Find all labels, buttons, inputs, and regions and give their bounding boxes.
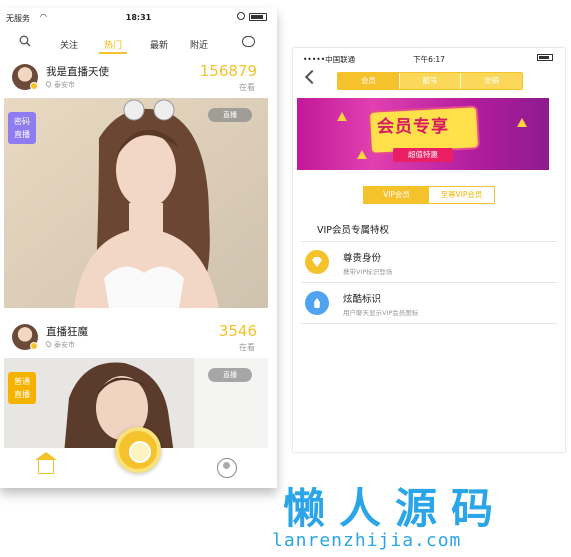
promo-banner[interactable]: 会员专享 超值特惠 — [297, 98, 549, 170]
back-arrow-icon[interactable] — [304, 69, 320, 85]
rotation-lock-icon — [237, 12, 245, 20]
stream-cover[interactable]: 密码 直播 直播 — [4, 98, 268, 308]
live-list-screen: 无服务 ◠ 18:31 关注 热门 最新 附近 我是直播天使 泰安市 15687… — [0, 8, 277, 488]
watermark-url: lanrenzhijia.com — [272, 530, 462, 551]
privilege-desc: 携带VIP标识登场 — [343, 268, 393, 276]
star-icon — [357, 150, 367, 159]
tag-line-2: 直播 — [14, 130, 30, 139]
location-text: 泰安市 — [54, 81, 75, 89]
battery-icon — [537, 54, 553, 61]
tab-hot[interactable]: 热门 — [104, 38, 122, 51]
status-time: 下午6:17 — [413, 55, 445, 64]
privilege-item: 尊贵身份 携带VIP标识登场 — [301, 244, 557, 282]
privileges-heading: VIP会员专属特权 — [317, 225, 390, 236]
search-icon[interactable] — [19, 35, 31, 47]
verified-badge-icon — [30, 342, 38, 350]
live-badge: 直播 — [208, 108, 252, 122]
live-badge: 直播 — [208, 368, 252, 382]
user-icon[interactable] — [217, 458, 237, 478]
screenshot-canvas: 无服务 ◠ 18:31 关注 热门 最新 附近 我是直播天使 泰安市 15687… — [0, 0, 571, 557]
rocket-icon — [305, 291, 329, 315]
location-pin-icon — [44, 80, 53, 88]
star-icon — [337, 112, 347, 121]
verified-badge-icon — [30, 82, 38, 90]
tag-line-1: 密码 — [14, 117, 30, 126]
watermark-chinese: 懒人源码 — [283, 484, 508, 533]
banner-title: 会员专享 — [377, 117, 449, 137]
nav-bar: 会员 靓号 坐骑 — [293, 69, 565, 94]
viewer-label: 在看 — [239, 83, 255, 92]
divider — [301, 241, 557, 242]
status-bar: 无服务 ◠ 18:31 — [0, 8, 277, 26]
stream-type-tag: 普通 直播 — [8, 372, 36, 404]
privilege-title: 尊贵身份 — [343, 253, 382, 264]
streamer-name: 直播狂魔 — [46, 326, 88, 338]
divider — [301, 282, 557, 283]
status-bar: •••••中国联通 下午6:17 — [293, 48, 565, 66]
vip-level-selector: VIP会员 至尊VIP会员 — [363, 186, 495, 204]
streamer-location: 泰安市 — [44, 340, 75, 350]
vip-option-standard[interactable]: VIP会员 — [364, 187, 429, 203]
viewer-count: 156879 — [199, 62, 257, 80]
top-tab-bar: 关注 热门 最新 附近 — [0, 32, 277, 58]
gem-icon — [305, 250, 329, 274]
privilege-item: 炫酷标识 用户聊天显示VIP会员图标 — [301, 285, 557, 323]
start-live-button[interactable] — [115, 427, 161, 473]
streamer-header[interactable]: 我是直播天使 泰安市 156879 在看 — [0, 62, 277, 96]
viewer-count: 3546 — [218, 322, 257, 340]
streamer-location: 泰安市 — [44, 80, 75, 90]
privilege-desc: 用户聊天显示VIP会员图标 — [343, 309, 419, 317]
tab-nearby[interactable]: 附近 — [190, 38, 208, 51]
privilege-title: 炫酷标识 — [343, 294, 382, 305]
tab-latest[interactable]: 最新 — [150, 38, 168, 51]
active-tab-indicator — [99, 52, 127, 54]
divider — [301, 323, 557, 324]
stream-cover-image — [4, 98, 268, 308]
status-time: 18:31 — [125, 13, 152, 22]
streamer-name: 我是直播天使 — [46, 66, 109, 78]
tag-line-1: 普通 — [14, 377, 30, 386]
chat-icon[interactable] — [242, 36, 255, 47]
tab-follow[interactable]: 关注 — [60, 38, 78, 51]
home-icon[interactable] — [35, 452, 57, 474]
stream-type-tag: 密码 直播 — [8, 112, 36, 144]
banner-subtitle: 超值特惠 — [393, 148, 453, 162]
star-icon — [517, 118, 527, 127]
tab-membership[interactable]: 会员 — [338, 73, 400, 89]
streamer-header[interactable]: 直播狂魔 泰安市 3546 在看 — [0, 322, 277, 356]
tab-premium-id[interactable]: 靓号 — [399, 73, 462, 89]
store-tab-segment: 会员 靓号 坐骑 — [337, 72, 523, 90]
tag-line-2: 直播 — [14, 390, 30, 399]
viewer-label: 在看 — [239, 343, 255, 352]
vip-screen: •••••中国联通 下午6:17 会员 靓号 坐骑 会员专享 超值特惠 VIP会… — [293, 48, 565, 452]
battery-icon — [249, 13, 267, 21]
vip-option-supreme[interactable]: 至尊VIP会员 — [429, 187, 494, 203]
tab-mount[interactable]: 坐骑 — [461, 73, 523, 89]
location-text: 泰安市 — [54, 341, 75, 349]
location-pin-icon — [44, 340, 53, 348]
